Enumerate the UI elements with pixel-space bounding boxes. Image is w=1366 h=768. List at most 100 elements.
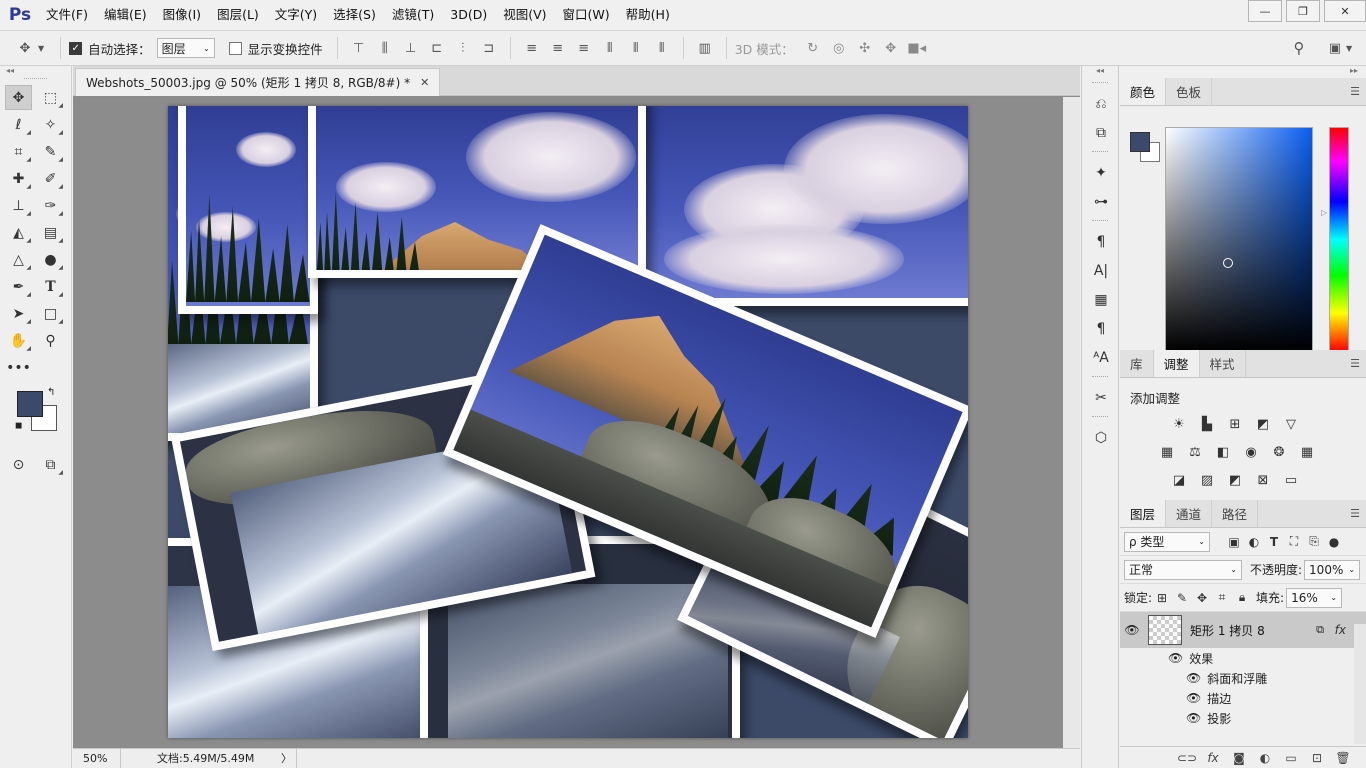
- tab-swatches[interactable]: 色板: [1166, 78, 1213, 105]
- filter-adjustment-icon[interactable]: ◐: [1244, 532, 1264, 552]
- tab-layers[interactable]: 图层: [1120, 500, 1167, 527]
- collapse-panels-icon[interactable]: ▸▸: [1120, 66, 1366, 78]
- new-layer-icon[interactable]: ⊡: [1304, 751, 1330, 765]
- panel-menu-icon[interactable]: ☰: [1350, 85, 1360, 98]
- character-styles-icon[interactable]: ᴬA: [1082, 343, 1120, 372]
- hue-slider[interactable]: [1329, 127, 1349, 352]
- visibility-eye-icon[interactable]: 👁︎: [1120, 623, 1144, 637]
- align-bottom-icon[interactable]: ⊥: [400, 37, 422, 59]
- brush-panel-icon[interactable]: ✦: [1082, 158, 1120, 187]
- tab-styles[interactable]: 样式: [1200, 350, 1246, 377]
- restore-button[interactable]: ❐: [1286, 0, 1320, 22]
- layer-filter-dropdown[interactable]: ρ 类型 ⌄: [1124, 531, 1210, 552]
- collapse-icon[interactable]: ◂◂: [0, 66, 71, 78]
- paragraph-panel-icon[interactable]: ¶: [1082, 314, 1120, 343]
- blur-tool-icon[interactable]: △ ◢: [5, 247, 32, 272]
- close-tab-icon[interactable]: ✕: [420, 76, 429, 89]
- tab-adjustments[interactable]: 调整: [1153, 350, 1200, 377]
- filter-pixel-icon[interactable]: ▣: [1224, 532, 1244, 552]
- layer-name[interactable]: 矩形 1 拷贝 8: [1190, 622, 1265, 639]
- fill-input[interactable]: 16% ⌄: [1286, 587, 1343, 608]
- rectangle-tool-icon[interactable]: □ ◢: [37, 301, 64, 326]
- quick-mask-icon[interactable]: ⊙: [5, 452, 32, 477]
- filter-smart-object-icon[interactable]: ⎘: [1304, 532, 1324, 552]
- zoom-level[interactable]: 50%: [73, 748, 121, 768]
- align-hcenter-icon[interactable]: ⫶: [452, 37, 474, 59]
- effect-row[interactable]: 👁︎ 投影: [1120, 708, 1366, 728]
- distribute-left-icon[interactable]: ⦀: [599, 37, 621, 59]
- posterize-icon[interactable]: ▨: [1196, 469, 1218, 491]
- workspace-icon[interactable]: ▣: [1324, 37, 1346, 59]
- invert-icon[interactable]: ◪: [1168, 469, 1190, 491]
- menu-type[interactable]: 文字(Y): [267, 0, 325, 30]
- visibility-eye-icon[interactable]: 👁︎: [1186, 671, 1201, 685]
- screen-mode-icon[interactable]: ⧉ ◢: [37, 452, 64, 477]
- add-mask-icon[interactable]: ◙: [1226, 751, 1252, 765]
- default-colors-icon[interactable]: ◼: [15, 421, 22, 431]
- layers-scrollbar[interactable]: [1354, 624, 1366, 744]
- layer-row[interactable]: 👁︎ 矩形 1 拷贝 8 ⧉ fx ⌃: [1120, 612, 1366, 648]
- move-tool-icon[interactable]: ✥: [5, 85, 32, 110]
- 3d-scale-icon[interactable]: ■◂: [906, 37, 928, 59]
- brush-presets-icon[interactable]: ⊶: [1082, 187, 1120, 216]
- auto-select-checkbox[interactable]: ✓: [69, 41, 83, 55]
- align-vcenter-icon[interactable]: ⫼: [374, 37, 396, 59]
- vertical-scrollbar[interactable]: [1063, 97, 1080, 748]
- link-layers-icon[interactable]: ⊂⊃: [1174, 751, 1200, 765]
- lock-position-icon[interactable]: ✥: [1192, 588, 1212, 608]
- auto-select-target-dropdown[interactable]: 图层 ⌄: [156, 38, 215, 58]
- tab-libraries[interactable]: 库: [1120, 350, 1154, 377]
- 3d-pan-icon[interactable]: ✣: [854, 37, 876, 59]
- healing-brush-tool-icon[interactable]: ✚ ◢: [5, 166, 32, 191]
- auto-align-layers-icon[interactable]: ▥: [694, 37, 716, 59]
- lock-transparency-icon[interactable]: ⊞: [1152, 588, 1172, 608]
- lasso-tool-icon[interactable]: ℓ ◢: [5, 112, 32, 137]
- eyedropper-tool-icon[interactable]: ✎ ◢: [37, 139, 64, 164]
- move-tool-preset-icon[interactable]: ✥: [14, 37, 36, 59]
- 3d-slide-icon[interactable]: ✥: [880, 37, 902, 59]
- glyphs-panel-icon[interactable]: ▦: [1082, 285, 1120, 314]
- workspace-dropdown-icon[interactable]: ▼: [1346, 44, 1352, 53]
- menu-edit[interactable]: 编辑(E): [96, 0, 155, 30]
- zoom-tool-icon[interactable]: ⚲: [37, 328, 64, 353]
- vibrance-icon[interactable]: ▽: [1280, 413, 1302, 435]
- type-tool-icon[interactable]: T ◢: [37, 274, 64, 299]
- threshold-icon[interactable]: ◩: [1224, 469, 1246, 491]
- history-panel-icon[interactable]: ⎌: [1082, 89, 1120, 118]
- dodge-tool-icon[interactable]: ● ◢: [37, 247, 64, 272]
- gradient-map-icon[interactable]: ▭: [1280, 469, 1302, 491]
- add-style-icon[interactable]: fx: [1200, 751, 1226, 765]
- filter-toggle-icon[interactable]: ●: [1324, 532, 1344, 552]
- close-button[interactable]: ✕: [1324, 0, 1366, 22]
- layer-thumbnail[interactable]: [1148, 615, 1182, 645]
- marquee-tool-icon[interactable]: ⬚ ◢: [37, 85, 64, 110]
- history-brush-tool-icon[interactable]: ✑ ◢: [37, 193, 64, 218]
- new-group-icon[interactable]: ▭: [1278, 751, 1304, 765]
- photo-filter-icon[interactable]: ◉: [1240, 441, 1262, 463]
- menu-file[interactable]: 文件(F): [38, 0, 96, 30]
- filter-shape-icon[interactable]: ⛶: [1284, 532, 1304, 552]
- character-panel-icon[interactable]: A|: [1082, 256, 1120, 285]
- panel-menu-icon[interactable]: ☰: [1350, 507, 1360, 520]
- brush-tool-icon[interactable]: ✐ ◢: [37, 166, 64, 191]
- menu-layer[interactable]: 图层(L): [209, 0, 267, 30]
- lock-all-icon[interactable]: 🔒︎: [1232, 588, 1252, 608]
- path-selection-tool-icon[interactable]: ➤ ◢: [5, 301, 32, 326]
- brightness-contrast-icon[interactable]: ☀: [1168, 413, 1190, 435]
- color-balance-icon[interactable]: ⚖: [1184, 441, 1206, 463]
- tab-channels[interactable]: 通道: [1166, 500, 1213, 527]
- lock-artboard-icon[interactable]: ⌗: [1212, 588, 1232, 608]
- visibility-eye-icon[interactable]: 👁︎: [1186, 711, 1201, 725]
- document-tab[interactable]: Webshots_50003.jpg @ 50% (矩形 1 拷贝 8, RGB…: [75, 68, 441, 96]
- filter-type-icon[interactable]: T: [1264, 532, 1284, 552]
- canvas[interactable]: [168, 106, 968, 738]
- hue-saturation-icon[interactable]: ▦: [1156, 441, 1178, 463]
- blend-mode-dropdown[interactable]: 正常 ⌄: [1124, 559, 1242, 580]
- levels-icon[interactable]: ▙: [1196, 413, 1218, 435]
- 3d-orbit-icon[interactable]: ↻: [802, 37, 824, 59]
- menu-3d[interactable]: 3D(D): [442, 0, 495, 30]
- opacity-input[interactable]: 100% ⌄: [1304, 559, 1361, 580]
- paragraph-styles-icon[interactable]: ¶: [1082, 227, 1120, 256]
- color-picker-field[interactable]: [1165, 127, 1313, 352]
- visibility-eye-icon[interactable]: 👁︎: [1186, 691, 1201, 705]
